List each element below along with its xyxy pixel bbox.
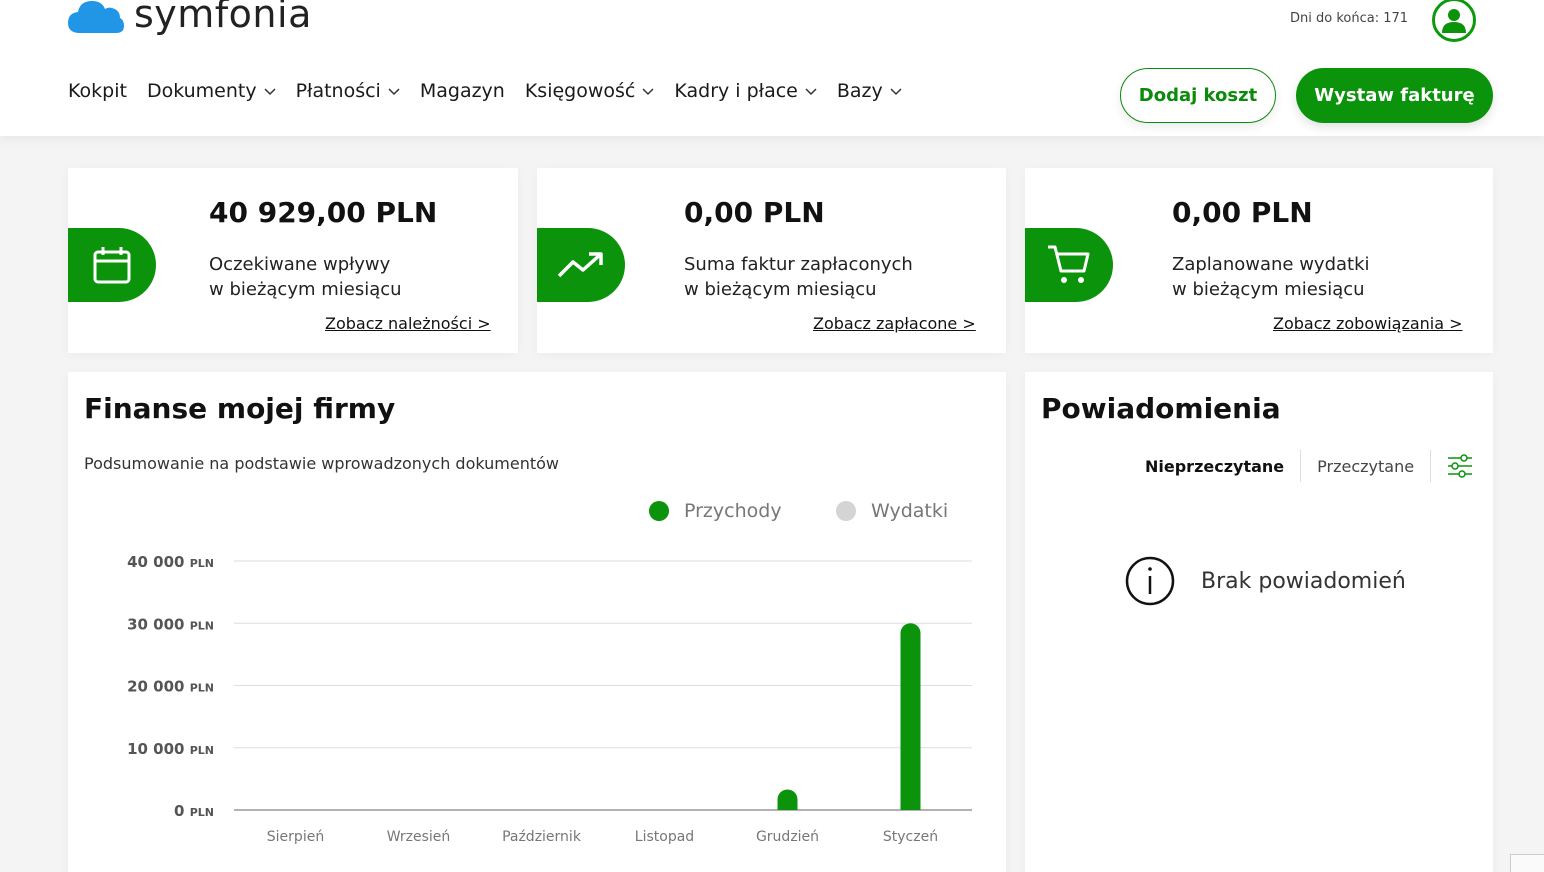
cloud-logo-icon <box>68 0 124 33</box>
x-tick-label: Wrzesień <box>387 829 451 845</box>
nav-label: Bazy <box>836 80 883 102</box>
nav-label: Płatności <box>295 80 381 102</box>
see-liabilities-link[interactable]: Zobacz zobowiązania > <box>1273 314 1463 333</box>
kpi-icon-badge <box>1025 228 1113 302</box>
info-icon <box>1125 556 1175 606</box>
nav-label: Kadry i płace <box>674 80 798 102</box>
nav-platnosci[interactable]: Płatności <box>296 80 400 102</box>
kpi-desc-line: w bieżącym miesiącu <box>209 279 402 300</box>
x-tick-label: Styczeń <box>883 829 938 845</box>
nav-bazy[interactable]: Bazy <box>837 80 902 102</box>
y-tick-label: 10 000 PLN <box>127 740 214 758</box>
bar-income <box>900 623 921 810</box>
kpi-desc-line: Oczekiwane wpływy <box>209 254 391 275</box>
y-tick-label: 0 PLN <box>174 802 214 820</box>
trending-up-icon <box>557 252 603 278</box>
nav-label: Księgowość <box>524 80 636 102</box>
y-tick-label: 20 000 PLN <box>127 678 214 696</box>
chevron-down-icon <box>388 88 400 96</box>
chevron-down-icon <box>805 88 817 96</box>
chevron-down-icon <box>264 88 276 96</box>
user-avatar-button[interactable] <box>1432 0 1476 42</box>
issue-invoice-button[interactable]: Wystaw fakturę <box>1296 68 1493 123</box>
symfonia-logo[interactable]: symfonia <box>68 0 312 36</box>
y-tick-label: 40 000 PLN <box>127 553 214 571</box>
main-nav: Kokpit Dokumenty Płatności Magazyn Księg… <box>68 80 922 102</box>
nav-magazyn[interactable]: Magazyn <box>420 80 505 102</box>
logo-text: symfonia <box>134 0 312 36</box>
kpi-description: Zaplanowane wydatki w bieżącym miesiącu <box>1172 252 1370 302</box>
calendar-icon <box>93 247 131 284</box>
top-header: symfonia Dni do końca: 171 Kokpit Dokume… <box>0 0 1544 136</box>
notifications-panel: Powiadomienia Nieprzeczytane Przeczytane… <box>1025 372 1493 872</box>
sliders-icon <box>1448 454 1473 478</box>
nav-label: Magazyn <box>419 80 505 102</box>
kpi-amount: 40 929,00 PLN <box>209 196 438 229</box>
empty-notifications: Brak powiadomień <box>1125 556 1406 606</box>
chevron-down-icon <box>890 88 902 96</box>
x-tick-label: Sierpień <box>267 829 324 845</box>
bar-income <box>777 789 798 810</box>
trial-days-remaining: Dni do końca: 171 <box>1290 11 1409 26</box>
y-tick-label: 30 000 PLN <box>127 615 214 633</box>
tab-unread[interactable]: Nieprzeczytane <box>1129 450 1300 482</box>
cart-icon <box>1048 245 1090 283</box>
notifications-title: Powiadomienia <box>1041 392 1281 425</box>
see-receivables-link[interactable]: Zobacz należności > <box>325 314 491 333</box>
kpi-icon-badge <box>537 228 625 302</box>
nav-kadry-i-place[interactable]: Kadry i płace <box>674 80 817 102</box>
corner-widget[interactable] <box>1510 854 1544 872</box>
notifications-tabs: Nieprzeczytane Przeczytane <box>1129 450 1489 482</box>
x-tick-label: Grudzień <box>756 829 819 845</box>
finance-panel: Finanse mojej firmy Podsumowanie na pods… <box>68 372 1006 872</box>
filter-settings-button[interactable] <box>1431 450 1489 482</box>
add-cost-button[interactable]: Dodaj koszt <box>1120 68 1276 123</box>
kpi-card-receivables: 40 929,00 PLN Oczekiwane wpływy w bieżąc… <box>68 168 518 353</box>
kpi-card-paid: 0,00 PLN Suma faktur zapłaconych w bieżą… <box>537 168 1006 353</box>
kpi-description: Oczekiwane wpływy w bieżącym miesiącu <box>209 252 402 302</box>
nav-dokumenty[interactable]: Dokumenty <box>147 80 276 102</box>
chevron-down-icon <box>642 88 654 96</box>
nav-label: Dokumenty <box>146 80 257 102</box>
user-icon <box>1442 9 1466 33</box>
kpi-desc-line: w bieżącym miesiącu <box>684 279 877 300</box>
kpi-amount: 0,00 PLN <box>684 196 825 229</box>
see-paid-link[interactable]: Zobacz zapłacone > <box>813 314 976 333</box>
kpi-desc-line: Zaplanowane wydatki <box>1172 254 1370 275</box>
x-tick-label: Listopad <box>635 829 694 845</box>
kpi-desc-line: w bieżącym miesiącu <box>1172 279 1365 300</box>
kpi-card-expenses: 0,00 PLN Zaplanowane wydatki w bieżącym … <box>1025 168 1493 353</box>
empty-notifications-text: Brak powiadomień <box>1201 568 1406 594</box>
kpi-icon-badge <box>68 228 156 302</box>
kpi-amount: 0,00 PLN <box>1172 196 1313 229</box>
kpi-desc-line: Suma faktur zapłaconych <box>684 254 913 275</box>
kpi-description: Suma faktur zapłaconych w bieżącym miesi… <box>684 252 913 302</box>
nav-kokpit[interactable]: Kokpit <box>68 80 127 102</box>
finance-bar-chart: 0 PLN 10 000 PLN 20 000 PLN 30 000 PLN 40 00… <box>127 553 972 845</box>
nav-label: Kokpit <box>68 80 127 102</box>
x-tick-label: Październik <box>502 829 582 845</box>
tab-read[interactable]: Przeczytane <box>1301 450 1430 482</box>
nav-ksiegowosc[interactable]: Księgowość <box>525 80 655 102</box>
